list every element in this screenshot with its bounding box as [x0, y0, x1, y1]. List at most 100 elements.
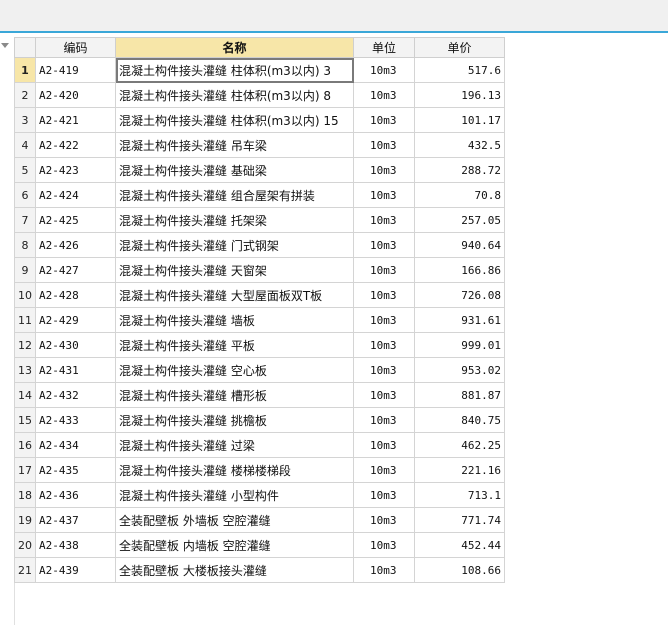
cell-price[interactable]: 999.01 [414, 332, 505, 358]
cell-unit[interactable]: 10m3 [353, 432, 415, 458]
cell-price[interactable]: 953.02 [414, 357, 505, 383]
row-number[interactable]: 1 [14, 57, 36, 83]
cell-code[interactable]: A2-434 [35, 432, 116, 458]
cell-name[interactable]: 混凝土构件接头灌缝 吊车梁 [115, 132, 354, 158]
cell-unit[interactable]: 10m3 [353, 282, 415, 308]
table-row[interactable]: 2 A2-420 混凝土构件接头灌缝 柱体积(m3以内) 8 10m3 196.13 [14, 82, 505, 108]
row-number[interactable]: 2 [14, 82, 36, 108]
cell-unit[interactable]: 10m3 [353, 132, 415, 158]
cell-name[interactable]: 混凝土构件接头灌缝 柱体积(m3以内) 8 [115, 82, 354, 108]
cell-unit[interactable]: 10m3 [353, 357, 415, 383]
cell-name[interactable]: 混凝土构件接头灌缝 组合屋架有拼装 [115, 182, 354, 208]
table-row[interactable]: 14 A2-432 混凝土构件接头灌缝 槽形板 10m3 881.87 [14, 382, 505, 408]
cell-code[interactable]: A2-435 [35, 457, 116, 483]
table-row[interactable]: 12 A2-430 混凝土构件接头灌缝 平板 10m3 999.01 [14, 332, 505, 358]
header-unit[interactable]: 单位 [353, 37, 415, 58]
cell-price[interactable]: 221.16 [414, 457, 505, 483]
cell-code[interactable]: A2-425 [35, 207, 116, 233]
cell-unit[interactable]: 10m3 [353, 407, 415, 433]
table-row[interactable]: 19 A2-437 全装配壁板 外墙板 空腔灌缝 10m3 771.74 [14, 507, 505, 533]
cell-name[interactable]: 混凝土构件接头灌缝 槽形板 [115, 382, 354, 408]
cell-unit[interactable]: 10m3 [353, 182, 415, 208]
cell-price[interactable]: 940.64 [414, 232, 505, 258]
cell-code[interactable]: A2-423 [35, 157, 116, 183]
cell-price[interactable]: 166.86 [414, 257, 505, 283]
cell-code[interactable]: A2-431 [35, 357, 116, 383]
row-number[interactable]: 16 [14, 432, 36, 458]
cell-price[interactable]: 713.1 [414, 482, 505, 508]
table-row[interactable]: 1 A2-419 混凝土构件接头灌缝 柱体积(m3以内) 3 10m3 517.6 [14, 57, 505, 83]
cell-price[interactable]: 726.08 [414, 282, 505, 308]
row-number[interactable]: 8 [14, 232, 36, 258]
cell-price[interactable]: 70.8 [414, 182, 505, 208]
cell-price[interactable]: 462.25 [414, 432, 505, 458]
cell-unit[interactable]: 10m3 [353, 557, 415, 583]
cell-code[interactable]: A2-422 [35, 132, 116, 158]
cell-code[interactable]: A2-439 [35, 557, 116, 583]
header-price[interactable]: 单价 [414, 37, 505, 58]
row-number[interactable]: 3 [14, 107, 36, 133]
cell-price[interactable]: 101.17 [414, 107, 505, 133]
table-row[interactable]: 7 A2-425 混凝土构件接头灌缝 托架梁 10m3 257.05 [14, 207, 505, 233]
row-number[interactable]: 4 [14, 132, 36, 158]
row-number[interactable]: 15 [14, 407, 36, 433]
cell-name[interactable]: 混凝土构件接头灌缝 过梁 [115, 432, 354, 458]
table-row[interactable]: 4 A2-422 混凝土构件接头灌缝 吊车梁 10m3 432.5 [14, 132, 505, 158]
table-row[interactable]: 18 A2-436 混凝土构件接头灌缝 小型构件 10m3 713.1 [14, 482, 505, 508]
cell-name[interactable]: 混凝土构件接头灌缝 挑檐板 [115, 407, 354, 433]
cell-name[interactable]: 混凝土构件接头灌缝 小型构件 [115, 482, 354, 508]
cell-name[interactable]: 混凝土构件接头灌缝 柱体积(m3以内) 15 [115, 107, 354, 133]
cell-name[interactable]: 混凝土构件接头灌缝 墙板 [115, 307, 354, 333]
table-row[interactable]: 3 A2-421 混凝土构件接头灌缝 柱体积(m3以内) 15 10m3 101.17 [14, 107, 505, 133]
cell-unit[interactable]: 10m3 [353, 532, 415, 558]
row-number[interactable]: 9 [14, 257, 36, 283]
cell-price[interactable]: 196.13 [414, 82, 505, 108]
row-number[interactable]: 7 [14, 207, 36, 233]
row-number[interactable]: 10 [14, 282, 36, 308]
cell-name[interactable]: 混凝土构件接头灌缝 天窗架 [115, 257, 354, 283]
row-number[interactable]: 21 [14, 557, 36, 583]
cell-unit[interactable]: 10m3 [353, 457, 415, 483]
cell-code[interactable]: A2-430 [35, 332, 116, 358]
table-row[interactable]: 17 A2-435 混凝土构件接头灌缝 楼梯楼梯段 10m3 221.16 [14, 457, 505, 483]
cell-price[interactable]: 432.5 [414, 132, 505, 158]
header-code[interactable]: 编码 [35, 37, 116, 58]
row-number[interactable]: 5 [14, 157, 36, 183]
header-rownum[interactable] [14, 37, 36, 58]
cell-name[interactable]: 混凝土构件接头灌缝 基础梁 [115, 157, 354, 183]
cell-unit[interactable]: 10m3 [353, 157, 415, 183]
cell-name[interactable]: 混凝土构件接头灌缝 平板 [115, 332, 354, 358]
cell-name[interactable]: 全装配壁板 外墙板 空腔灌缝 [115, 507, 354, 533]
row-number[interactable]: 11 [14, 307, 36, 333]
table-row[interactable]: 8 A2-426 混凝土构件接头灌缝 门式钢架 10m3 940.64 [14, 232, 505, 258]
cell-name[interactable]: 混凝土构件接头灌缝 托架梁 [115, 207, 354, 233]
table-row[interactable]: 11 A2-429 混凝土构件接头灌缝 墙板 10m3 931.61 [14, 307, 505, 333]
cell-code[interactable]: A2-424 [35, 182, 116, 208]
cell-price[interactable]: 840.75 [414, 407, 505, 433]
cell-code[interactable]: A2-433 [35, 407, 116, 433]
cell-code[interactable]: A2-420 [35, 82, 116, 108]
cell-code[interactable]: A2-426 [35, 232, 116, 258]
cell-name[interactable]: 全装配壁板 内墙板 空腔灌缝 [115, 532, 354, 558]
row-number[interactable]: 19 [14, 507, 36, 533]
cell-price[interactable]: 452.44 [414, 532, 505, 558]
cell-unit[interactable]: 10m3 [353, 232, 415, 258]
cell-price[interactable]: 771.74 [414, 507, 505, 533]
cell-unit[interactable]: 10m3 [353, 207, 415, 233]
cell-name[interactable]: 混凝土构件接头灌缝 楼梯楼梯段 [115, 457, 354, 483]
cell-code[interactable]: A2-436 [35, 482, 116, 508]
table-row[interactable]: 13 A2-431 混凝土构件接头灌缝 空心板 10m3 953.02 [14, 357, 505, 383]
chevron-down-icon[interactable] [1, 43, 9, 48]
cell-unit[interactable]: 10m3 [353, 107, 415, 133]
row-number[interactable]: 18 [14, 482, 36, 508]
cell-name[interactable]: 混凝土构件接头灌缝 大型屋面板双T板 [115, 282, 354, 308]
table-row[interactable]: 20 A2-438 全装配壁板 内墙板 空腔灌缝 10m3 452.44 [14, 532, 505, 558]
cell-unit[interactable]: 10m3 [353, 482, 415, 508]
cell-price[interactable]: 288.72 [414, 157, 505, 183]
cell-price[interactable]: 257.05 [414, 207, 505, 233]
row-number[interactable]: 20 [14, 532, 36, 558]
table-row[interactable]: 9 A2-427 混凝土构件接头灌缝 天窗架 10m3 166.86 [14, 257, 505, 283]
cell-price[interactable]: 881.87 [414, 382, 505, 408]
cell-price[interactable]: 108.66 [414, 557, 505, 583]
table-row[interactable]: 10 A2-428 混凝土构件接头灌缝 大型屋面板双T板 10m3 726.08 [14, 282, 505, 308]
